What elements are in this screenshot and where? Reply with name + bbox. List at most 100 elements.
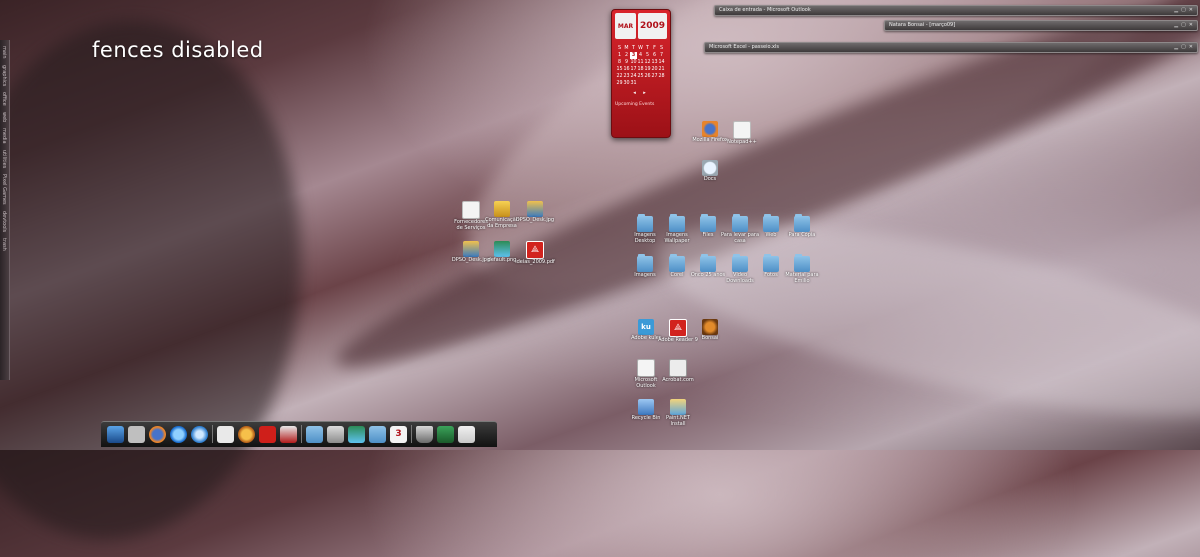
window-controls[interactable]: ▁ ▢ ✕ <box>1174 43 1193 52</box>
calendar-day[interactable]: 5 <box>644 52 651 59</box>
computer-icon[interactable] <box>107 426 124 443</box>
calendar-day[interactable]: 28 <box>658 73 665 80</box>
document-icon <box>462 201 480 219</box>
desktop-icon-label: Acrobat.com <box>662 377 694 383</box>
calendar-day[interactable]: 21 <box>658 66 665 73</box>
calendar-day[interactable]: 27 <box>651 73 658 80</box>
folder-icon <box>637 254 653 272</box>
calendar-day[interactable]: 14 <box>658 59 665 66</box>
calendar-day[interactable]: 18 <box>637 66 644 73</box>
notepad-icon[interactable] <box>458 426 475 443</box>
desktop-icon[interactable]: ideias_2009.pdf <box>515 241 555 266</box>
calendar-day[interactable]: 22 <box>616 73 623 80</box>
calendar-day[interactable]: 12 <box>644 59 651 66</box>
calendar-day[interactable]: 15 <box>616 66 623 73</box>
window-controls[interactable]: ▁ ▢ ✕ <box>1174 6 1193 15</box>
acrobat-icon <box>669 359 687 377</box>
calendar-day[interactable]: 6 <box>651 52 658 59</box>
calendar-date-icon[interactable]: 3 <box>390 426 407 443</box>
window-bar-excel[interactable]: Microsoft Excel - passeio.xls ▁ ▢ ✕ <box>704 42 1198 53</box>
calendar-day[interactable]: 19 <box>644 66 651 73</box>
calendar-nav[interactable]: ◂ ▸ <box>612 90 670 96</box>
magnifier-icon <box>702 160 718 176</box>
left-bar-item[interactable]: trash <box>1 238 7 251</box>
dock-separator <box>411 425 412 443</box>
calendar-day[interactable]: 7 <box>658 52 665 59</box>
media-player-icon[interactable] <box>191 426 208 443</box>
calendar-day[interactable]: 3 <box>630 52 637 59</box>
desktop: fences disabled main graphics office web… <box>0 0 1200 557</box>
folder-icon-item[interactable]: Para Cópia <box>782 214 822 239</box>
calendar-day[interactable]: 9 <box>623 59 630 66</box>
document-icon[interactable] <box>217 426 234 443</box>
calendar-day[interactable]: 13 <box>651 59 658 66</box>
calendar-weekday: T <box>646 46 649 51</box>
left-bar-item[interactable]: main <box>1 46 7 59</box>
calendar-day[interactable]: 26 <box>644 73 651 80</box>
calendar-day[interactable]: 29 <box>616 80 623 87</box>
maximize-icon: ▢ <box>1181 7 1186 13</box>
calendar-app-icon[interactable] <box>280 426 297 443</box>
folder-icon[interactable] <box>369 426 386 443</box>
minimize-icon: ▁ <box>1174 22 1179 28</box>
dock-separator <box>212 425 213 443</box>
left-bar-item[interactable]: graphics <box>1 65 7 86</box>
globe-icon[interactable] <box>238 426 255 443</box>
calendar-day[interactable]: 20 <box>651 66 658 73</box>
firefox-icon[interactable] <box>149 426 166 443</box>
monitor-icon[interactable] <box>437 426 454 443</box>
desktop-icon-label: Bonsai <box>701 335 719 341</box>
desktop-icon-notepad[interactable]: Notepad++ <box>722 121 762 146</box>
paint-icon <box>670 399 686 415</box>
desktop-icon-label: Docs <box>703 176 717 182</box>
settings-icon[interactable] <box>128 426 145 443</box>
calendar-weekday: S <box>617 46 622 51</box>
window-controls[interactable]: ▁ ▢ ✕ <box>1174 21 1193 30</box>
folder-icon <box>732 254 748 272</box>
left-bar-item[interactable]: web <box>1 112 7 122</box>
calendar-day[interactable]: 16 <box>623 66 630 73</box>
desktop-icon-bonsai[interactable]: Bonsai <box>690 319 730 342</box>
left-bar-item[interactable]: media <box>1 128 7 144</box>
desktop-icon-docs[interactable]: Docs <box>690 160 730 183</box>
calendar-gadget[interactable]: MAR 2009 S M T W T F S 1 2 3 4 5 6 7 8 9 10 11 12 13 14 15 16 1… <box>611 9 671 138</box>
calendar-day[interactable]: 23 <box>623 73 630 80</box>
left-bar-item[interactable]: office <box>1 92 7 106</box>
close-icon: ✕ <box>1188 44 1193 50</box>
pdf-icon <box>526 241 544 259</box>
pdf-icon[interactable] <box>259 426 276 443</box>
calendar-day[interactable]: 25 <box>637 73 644 80</box>
mail-icon <box>637 359 655 377</box>
desktop-icon[interactable]: DPSO_Desk.jpg <box>515 201 555 224</box>
desktop-icon-acrobat[interactable]: Acrobat.com <box>658 359 698 384</box>
folder-icon-item[interactable]: Material para Emilio <box>782 254 822 284</box>
left-bar-item[interactable]: utilities <box>1 150 7 168</box>
left-bar-item[interactable]: devtools <box>1 211 7 232</box>
desktop-icon-label: Para Cópia <box>788 232 816 238</box>
folder-icon <box>794 214 810 232</box>
internet-explorer-icon[interactable] <box>170 426 187 443</box>
folder-icon <box>732 214 748 232</box>
calendar-day[interactable]: 2 <box>623 52 630 59</box>
calendar-day[interactable]: 17 <box>630 66 637 73</box>
desktop-icon-label: Material para Emilio <box>785 272 819 284</box>
calendar-day[interactable]: 24 <box>630 73 637 80</box>
desktop-icon-paint-net[interactable]: Paint.NET Install <box>658 399 698 427</box>
trash-icon[interactable] <box>416 426 433 443</box>
calendar-day[interactable]: 8 <box>616 59 623 66</box>
window-bar-outlook[interactable]: Caixa de entrada - Microsoft Outlook ▁ ▢ ✕ <box>714 5 1198 16</box>
printer-icon[interactable] <box>327 426 344 443</box>
window-bar-bonsai[interactable]: Natara Bonsai - [março09] ▁ ▢ ✕ <box>884 20 1198 31</box>
image-viewer-icon[interactable] <box>348 426 365 443</box>
left-bar-item[interactable]: Pixel Games <box>1 174 7 205</box>
calendar-day[interactable]: 31 <box>630 80 637 87</box>
left-launcher-bar[interactable]: main graphics office web media utilities… <box>0 40 10 380</box>
calendar-month: MAR <box>615 13 636 39</box>
calendar-day[interactable]: 10 <box>630 59 637 66</box>
calendar-day[interactable]: 11 <box>637 59 644 66</box>
calendar-day[interactable]: 30 <box>623 80 630 87</box>
calendar-day[interactable]: 1 <box>616 52 623 59</box>
window-title: Microsoft Excel - passeio.xls <box>709 44 779 50</box>
calendar-day[interactable]: 4 <box>637 52 644 59</box>
folder-icon[interactable] <box>306 426 323 443</box>
